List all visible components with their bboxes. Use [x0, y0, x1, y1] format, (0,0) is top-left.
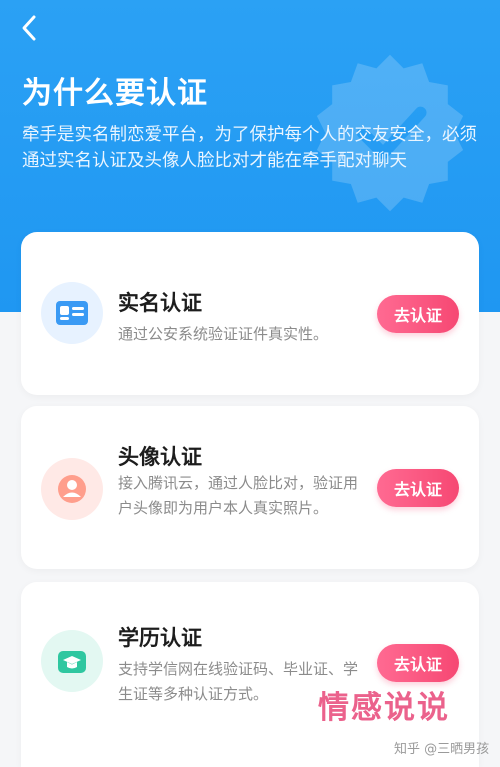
verify-education-button[interactable]: 去认证	[377, 644, 459, 682]
id-card-icon	[41, 282, 103, 344]
page-title: 为什么要认证	[22, 76, 208, 111]
verify-card-avatar: 头像认证 接入腾讯云，通过人脸比对，验证用户头像即为用户本人真实照片。 去认证	[21, 406, 479, 569]
user-icon	[41, 458, 103, 520]
card-description: 通过公安系统验证证件真实性。	[118, 325, 329, 343]
watermark-source: 知乎 @三晒男孩	[394, 742, 490, 757]
card-title: 学历认证	[118, 626, 202, 650]
card-title: 头像认证	[118, 445, 202, 469]
graduation-cap-icon	[41, 630, 103, 692]
card-title: 实名认证	[118, 291, 202, 315]
verify-card-realname: 实名认证 通过公安系统验证证件真实性。 去认证	[21, 232, 479, 395]
watermark-brand: 情感说说	[318, 690, 450, 726]
verify-realname-button[interactable]: 去认证	[377, 295, 459, 333]
card-description: 接入腾讯云，通过人脸比对，验证用户头像即为用户本人真实照片。	[118, 474, 359, 517]
verify-avatar-button[interactable]: 去认证	[377, 469, 459, 507]
page-description: 牵手是实名制恋爱平台，为了保护每个人的交友安全，必须通过实名认证及头像人脸比对才…	[22, 125, 477, 171]
chevron-left-icon[interactable]	[16, 12, 44, 44]
